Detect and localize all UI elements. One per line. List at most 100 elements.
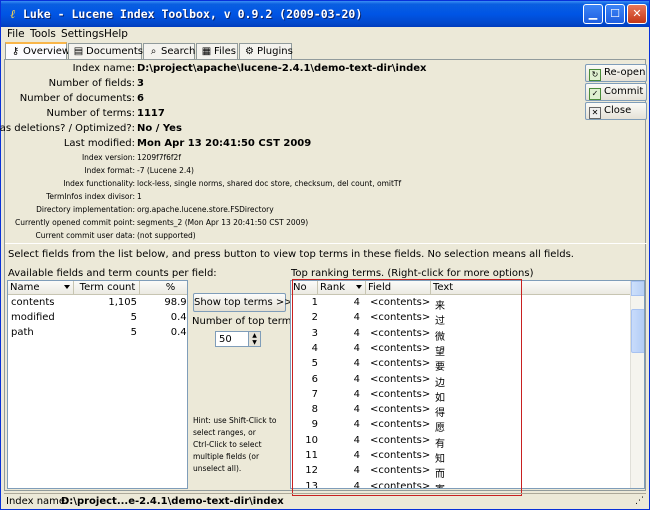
num-terms-value: 1117 xyxy=(137,108,165,119)
fields-table[interactable]: Name Term count % contents 1,105 98.93 m… xyxy=(7,280,188,489)
divider xyxy=(5,243,647,244)
status-bar: Index name: D:\project...e-2.4.1\demo-te… xyxy=(4,493,646,508)
scroll-up-icon[interactable] xyxy=(631,281,644,296)
table-row[interactable]: 12 4 <contents> 而 xyxy=(291,464,631,480)
table-row[interactable]: contents 1,105 98.93 xyxy=(8,296,187,311)
documents-icon: ▤ xyxy=(73,46,84,57)
index-name-value: D:\project\apache\lucene-2.4.1\demo-text… xyxy=(137,63,427,74)
table-row[interactable]: 10 4 <contents> 有 xyxy=(291,434,631,450)
divisor-value: 1 xyxy=(137,192,142,201)
scroll-thumb[interactable] xyxy=(631,309,644,353)
commit-user-row: Current commit user data: (not supported… xyxy=(5,231,647,242)
functionality-value: lock-less, single norms, shared doc stor… xyxy=(137,179,402,188)
close-index-icon: ✕ xyxy=(589,107,601,119)
table-row[interactable]: 5 4 <contents> 要 xyxy=(291,357,631,373)
reopen-button[interactable]: ↻ Re-open xyxy=(585,64,647,82)
commit-point-row: Currently opened commit point: segments_… xyxy=(5,218,647,229)
spinner-down-icon[interactable]: ▼ xyxy=(248,339,260,346)
index-format-label: Index format: xyxy=(84,166,135,175)
last-modified-value: Mon Apr 13 20:41:50 CST 2009 xyxy=(137,138,312,149)
index-name-row: Index name: D:\project\apache\lucene-2.4… xyxy=(5,63,647,76)
deletions-value: No / Yes xyxy=(137,123,182,134)
resize-grip-icon[interactable]: ⋰ xyxy=(635,496,644,506)
close-window-button[interactable]: ✕ xyxy=(627,4,647,24)
table-row[interactable]: path 5 0.45 xyxy=(8,326,187,341)
num-fields-value: 3 xyxy=(137,78,144,89)
search-icon: ⌕ xyxy=(150,46,157,57)
reopen-icon: ↻ xyxy=(589,69,601,81)
luke-app-icon: ℓ xyxy=(10,7,16,21)
top-terms-table[interactable]: No Rank Field Text 1 4 <contents> 来 2 4 <conte… xyxy=(290,280,645,489)
table-row[interactable]: 134<contents>寘 xyxy=(291,480,631,488)
menu-file[interactable]: File xyxy=(7,28,25,40)
index-name-label: Index name: xyxy=(72,63,135,74)
col-rank[interactable]: Rank xyxy=(318,281,366,295)
index-format-row: Index format: -7 (Lucene 2.4) xyxy=(5,166,647,177)
num-terms-row: Number of terms: 1117 xyxy=(5,108,647,121)
tab-search[interactable]: ⌕ Search xyxy=(143,43,195,60)
terms-table-header: No Rank Field Text xyxy=(291,281,631,295)
terms-vscroll[interactable] xyxy=(630,281,644,488)
files-icon: ▦ xyxy=(201,46,212,57)
overview-panel: Index name: D:\project\apache\lucene-2.4… xyxy=(0,59,647,496)
table-row[interactable]: 9 4 <contents> 愿 xyxy=(291,418,631,434)
num-top-terms-label: Number of top terms: xyxy=(192,316,301,327)
table-row[interactable]: 2 4 <contents> 过 xyxy=(291,311,631,327)
table-row[interactable]: 3 4 <contents> 微 xyxy=(291,327,631,343)
table-row[interactable]: 1 4 <contents> 来 xyxy=(291,296,631,312)
tab-documents[interactable]: ▤ Documents xyxy=(68,43,143,60)
menu-settings[interactable]: Settings xyxy=(61,28,104,40)
tab-overview[interactable]: ⚷ Overview xyxy=(5,42,70,60)
selection-hint: Hint: use Shift-Click to select ranges, … xyxy=(193,416,277,473)
menu-tools[interactable]: Tools xyxy=(30,28,56,40)
col-text[interactable]: Text xyxy=(431,281,631,295)
table-row[interactable]: 4 4 <contents> 望 xyxy=(291,342,631,358)
terms-panel-title: Top ranking terms. (Right-click for more… xyxy=(291,268,534,279)
tab-plugins[interactable]: ⚙ Plugins xyxy=(239,43,293,60)
table-row[interactable]: modified 5 0.45 xyxy=(8,311,187,326)
deletions-label: Has deletions? / Optimized?: xyxy=(0,123,135,134)
num-top-terms-spinner[interactable]: 50 ▲ ▼ xyxy=(215,331,261,347)
directory-value: org.apache.lucene.store.FSDirectory xyxy=(137,205,274,214)
index-version-row: Index version: 1209f7f6f2f xyxy=(5,153,647,164)
col-name[interactable]: Name xyxy=(8,281,74,295)
num-docs-label: Number of documents: xyxy=(19,93,135,104)
col-no[interactable]: No xyxy=(291,281,318,295)
maximize-button[interactable]: ☐ xyxy=(605,4,625,24)
minimize-button[interactable]: ▁ xyxy=(583,4,603,24)
close-icon: ✕ xyxy=(632,7,642,20)
menu-bar: File Tools Settings Help xyxy=(1,27,649,43)
table-row[interactable]: 11 4 <contents> 知 xyxy=(291,449,631,465)
index-format-value: -7 (Lucene 2.4) xyxy=(137,166,194,175)
fields-table-header: Name Term count % xyxy=(8,281,187,295)
functionality-row: Index functionality: lock-less, single n… xyxy=(5,179,647,190)
col-field[interactable]: Field xyxy=(366,281,431,295)
table-row[interactable]: 8 4 <contents> 得 xyxy=(291,403,631,419)
commit-button[interactable]: ✓ Commit xyxy=(585,83,647,101)
spinner-up-icon[interactable]: ▲ xyxy=(248,332,260,339)
close-index-button[interactable]: ✕ Close xyxy=(585,102,647,120)
status-value: D:\project...e-2.4.1\demo-text-dir\index xyxy=(61,496,284,507)
table-row[interactable]: 7 4 <contents> 如 xyxy=(291,388,631,404)
col-term-count[interactable]: Term count xyxy=(74,281,140,295)
deletions-row: Has deletions? / Optimized?: No / Yes xyxy=(0,123,647,136)
commit-point-label: Currently opened commit point: xyxy=(15,218,135,227)
window-title: Luke - Lucene Index Toolbox, v 0.9.2 (20… xyxy=(23,7,363,21)
num-top-terms-value: 50 xyxy=(219,334,232,345)
sort-desc-icon xyxy=(64,285,70,289)
col-percent[interactable]: % xyxy=(140,281,187,295)
directory-row: Directory implementation: org.apache.luc… xyxy=(5,205,647,216)
show-top-terms-button[interactable]: Show top terms >> xyxy=(193,293,293,312)
menu-help[interactable]: Help xyxy=(104,28,128,40)
index-version-label: Index version: xyxy=(81,153,135,162)
tab-files[interactable]: ▦ Files xyxy=(196,43,238,60)
table-row[interactable]: 6 4 <contents> 边 xyxy=(291,373,631,389)
plugins-icon: ⚙ xyxy=(245,46,254,57)
num-terms-label: Number of terms: xyxy=(46,108,136,119)
title-bar[interactable]: ℓ Luke - Lucene Index Toolbox, v 0.9.2 (… xyxy=(1,1,649,27)
instructions-text: Select fields from the list below, and p… xyxy=(8,249,574,260)
index-version-value: 1209f7f6f2f xyxy=(137,153,181,162)
commit-icon: ✓ xyxy=(589,88,601,100)
status-label: Index name: xyxy=(6,496,69,507)
key-icon: ⚷ xyxy=(11,46,20,57)
